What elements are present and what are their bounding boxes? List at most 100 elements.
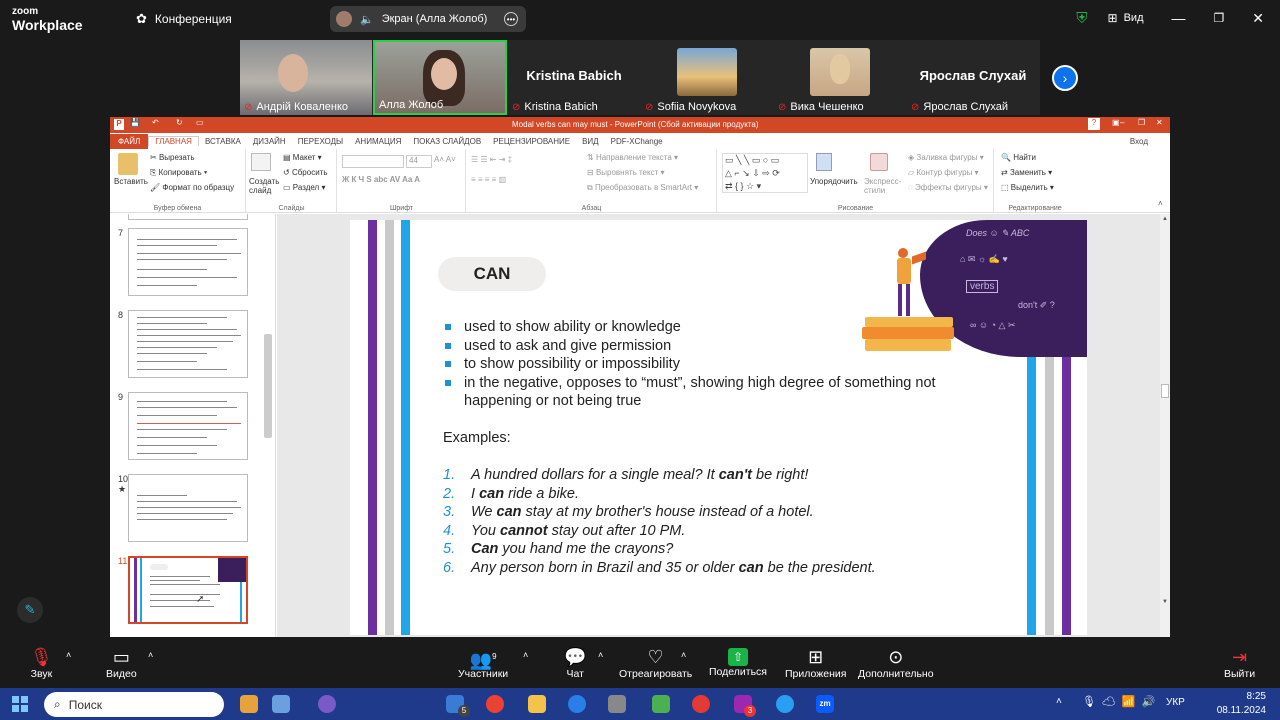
participants-chevron-up-icon[interactable]: ˄: [523, 650, 528, 660]
more-button[interactable]: ⊙ Дополнительно: [858, 646, 934, 680]
participant-tile[interactable]: Ярослав Слухай ⊘ Ярослав Слухай: [907, 40, 1039, 115]
arrange-button[interactable]: Упорядочить: [810, 177, 858, 186]
screen-share-status[interactable]: 🔈 Экран (Алла Жолоб) •••: [330, 6, 526, 32]
save-icon[interactable]: 💾: [130, 118, 140, 127]
participant-tile-active[interactable]: Алла Жолоб: [373, 40, 507, 115]
restore-icon[interactable]: ❐: [1138, 118, 1145, 127]
redo-icon[interactable]: ↻: [176, 118, 183, 127]
shield-icon[interactable]: ⛨: [1076, 10, 1087, 27]
shape-fill-button[interactable]: ◈ Заливка фигуры ▾: [908, 153, 984, 162]
font-style-buttons[interactable]: Ж К Ч S abc AV Aa A: [342, 175, 420, 184]
clock[interactable]: 8:25 08.11.2024: [1217, 690, 1266, 718]
arrange-icon[interactable]: [816, 153, 832, 171]
tab-transitions[interactable]: ПЕРЕХОДЫ: [292, 137, 349, 146]
app-icon[interactable]: [692, 695, 710, 713]
tab-file[interactable]: ФАЙЛ: [110, 133, 149, 149]
annotate-pencil-button[interactable]: ✎: [17, 597, 43, 623]
layout-button[interactable]: ▤ Макет ▾: [283, 153, 322, 162]
text-direction-button[interactable]: ⇅ Направление текста ▾: [587, 153, 678, 162]
font-name-input[interactable]: [342, 155, 404, 168]
app-icon[interactable]: [272, 695, 290, 713]
tab-view[interactable]: ВИД: [576, 137, 605, 146]
new-slide-icon[interactable]: [251, 153, 271, 171]
participant-tile[interactable]: Kristina Babich ⊘ Kristina Babich: [508, 40, 640, 115]
participants-button[interactable]: 👥9 Участники: [458, 646, 508, 680]
list-buttons[interactable]: ☰ ☰ ⇤ ⇥ ‡: [471, 155, 512, 164]
widgets-icon[interactable]: [240, 695, 258, 713]
tab-review[interactable]: РЕЦЕНЗИРОВАНИЕ: [487, 137, 576, 146]
tray-chevron-icon[interactable]: ˄: [1056, 696, 1062, 707]
slide-thumbnail-9[interactable]: [128, 392, 248, 460]
thumbnail-scrollbar[interactable]: [264, 334, 272, 438]
paste-icon[interactable]: [118, 153, 138, 175]
shape-outline-button[interactable]: ▱ Контур фигуры ▾: [908, 168, 979, 177]
new-slide-button[interactable]: Создать слайд: [249, 177, 281, 195]
apps-button[interactable]: ⊞ Приложения: [785, 646, 846, 680]
close-icon[interactable]: ✕: [1252, 10, 1264, 27]
participant-tile[interactable]: ⊘ Андрій Коваленко: [240, 40, 372, 115]
slide-thumbnail-11-selected[interactable]: ➚: [128, 556, 248, 624]
format-painter-button[interactable]: 🖌 Формат по образцу: [150, 183, 234, 192]
signin-link[interactable]: Вход: [1124, 137, 1154, 146]
ribbon-display-icon[interactable]: ▣: [1112, 118, 1120, 127]
font-size-input[interactable]: 44: [406, 155, 432, 168]
minimize-icon[interactable]: —: [1172, 10, 1186, 26]
restore-icon[interactable]: ❐: [1214, 11, 1225, 25]
replace-button[interactable]: ⇄ Заменить ▾: [1001, 168, 1052, 177]
telegram-icon[interactable]: [776, 695, 794, 713]
tab-home[interactable]: ГЛАВНАЯ: [148, 136, 199, 146]
video-chevron-up-icon[interactable]: ˄: [148, 650, 153, 660]
align-text-button[interactable]: ⊟ Выровнять текст ▾: [587, 168, 665, 177]
next-page-button[interactable]: ›: [1052, 65, 1078, 91]
undo-icon[interactable]: ↶: [152, 118, 159, 127]
slide-thumbnail-8[interactable]: [128, 310, 248, 378]
section-button[interactable]: ▭ Раздел ▾: [283, 183, 325, 192]
slide-thumbnail-6[interactable]: [128, 214, 248, 220]
present-icon[interactable]: ▭: [196, 118, 204, 127]
tab-animation[interactable]: АНИМАЦИЯ: [349, 137, 407, 146]
tab-pdf-xchange[interactable]: PDF-XChange: [605, 137, 669, 146]
audio-button[interactable]: 🎙 Звук: [30, 646, 53, 680]
cut-button[interactable]: ✂ Вырезать: [150, 153, 195, 162]
explorer-icon[interactable]: [528, 695, 546, 713]
view-button[interactable]: ⊞ Вид: [1108, 11, 1144, 25]
select-button[interactable]: ⬚ Выделить ▾: [1001, 183, 1054, 192]
scrollbar-thumb[interactable]: [1161, 384, 1169, 398]
app-icon[interactable]: [652, 695, 670, 713]
minimize-icon[interactable]: –: [1120, 118, 1124, 127]
language-indicator[interactable]: УКР: [1166, 697, 1185, 708]
font-grow-icon[interactable]: A˄ A˅: [434, 155, 456, 164]
shapes-gallery[interactable]: ▭ ╲ ╲ ▭ ○ ▭ △ ⌐ ↘ ⇩ ⇨ ⟳ ⇄ { } ☆ ▾: [722, 153, 808, 193]
participant-tile[interactable]: ⊘ Sofiia Novykova: [641, 40, 773, 115]
app-icon[interactable]: [608, 695, 626, 713]
react-chevron-up-icon[interactable]: ˄: [681, 650, 686, 660]
quick-styles-button[interactable]: Экспресс-стили: [864, 177, 902, 195]
reset-button[interactable]: ↺ Сбросить: [283, 168, 328, 177]
tab-design[interactable]: ДИЗАЙН: [247, 137, 292, 146]
scroll-up-icon[interactable]: ▲: [1162, 216, 1168, 222]
slide-scrollbar[interactable]: ▲ ▼: [1160, 214, 1170, 637]
windows-start-icon[interactable]: [12, 696, 28, 712]
shape-effects-button[interactable]: ◌ Эффекты фигуры ▾: [908, 183, 988, 192]
tray-icons[interactable]: 🎙☁📶🔊: [1082, 695, 1161, 708]
find-button[interactable]: 🔍 Найти: [1001, 153, 1036, 162]
slide-thumbnail-10[interactable]: [128, 474, 248, 542]
smartart-button[interactable]: ⧉ Преобразовать в SmartArt ▾: [587, 183, 698, 193]
video-button[interactable]: ▭ Видео: [106, 646, 137, 680]
close-icon[interactable]: ✕: [1156, 118, 1163, 127]
slide-thumbnail-7[interactable]: [128, 228, 248, 296]
audio-chevron-up-icon[interactable]: ˄: [66, 650, 71, 660]
edge-icon[interactable]: [568, 695, 586, 713]
leave-button[interactable]: ⇥ Выйти: [1224, 646, 1255, 680]
zoom-app-icon[interactable]: zm: [816, 695, 834, 713]
participant-tile[interactable]: ⊘ Вика Чешенко: [774, 40, 906, 115]
scroll-down-icon[interactable]: ▼: [1162, 599, 1168, 605]
quick-styles-icon[interactable]: [870, 153, 888, 171]
share-button[interactable]: ⇧ Поделиться: [709, 646, 767, 678]
taskbar-search[interactable]: ⌕ Поиск: [44, 692, 224, 717]
collapse-ribbon-icon[interactable]: ˄: [1158, 199, 1163, 208]
tab-insert[interactable]: ВСТАВКА: [199, 137, 247, 146]
copilot-icon[interactable]: [318, 695, 336, 713]
chat-button[interactable]: 💬 Чат: [564, 646, 586, 680]
align-buttons[interactable]: ≡ ≡ ≡ ≡ ▥: [471, 175, 506, 184]
